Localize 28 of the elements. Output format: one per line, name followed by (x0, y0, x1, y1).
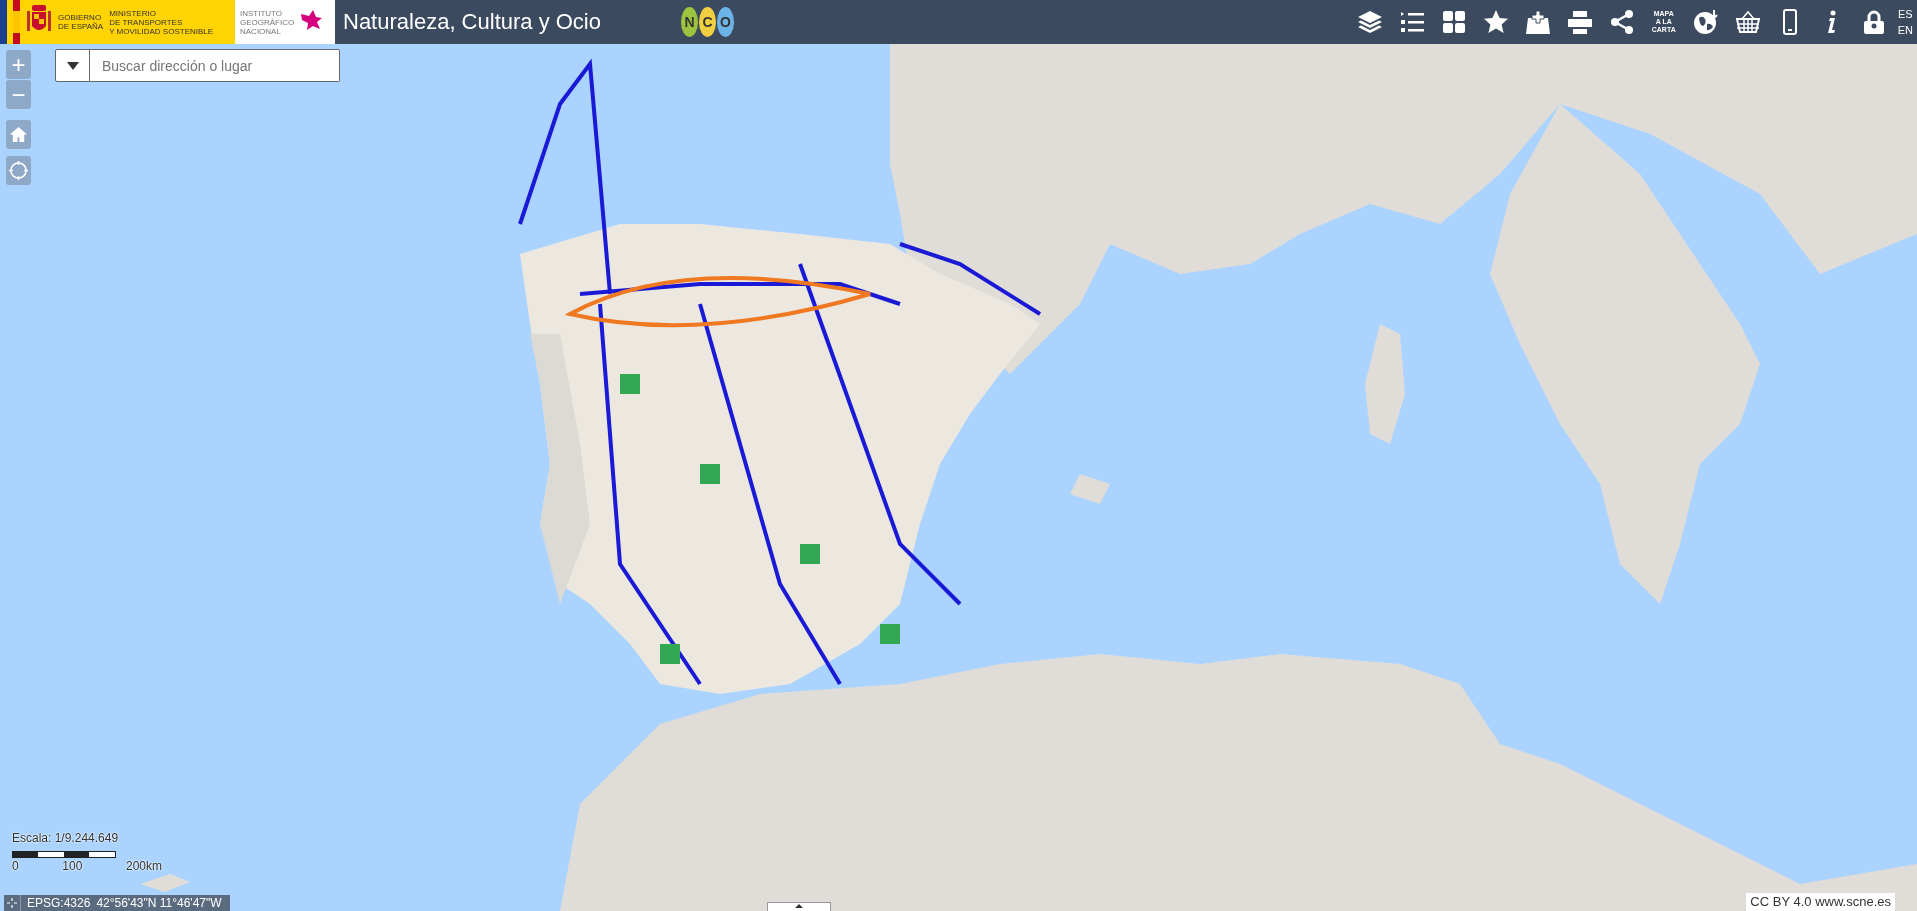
flag-icon (13, 0, 20, 44)
map-plus-icon[interactable] (1523, 8, 1552, 36)
panel-toggle-button[interactable] (767, 902, 831, 911)
language-link[interactable]: ES (1897, 8, 1913, 20)
scale-label: 100 (62, 859, 83, 873)
logo-text: INSTITUTO GEOGRÁFICO NACIONAL (240, 8, 295, 36)
crosshair-icon (4, 895, 21, 911)
home-icon (9, 125, 28, 144)
projection-code: EPSG:4326 (27, 896, 91, 910)
scale-text: Escala: 1/9.244.649 (12, 831, 120, 845)
scale-label: 0 (12, 859, 19, 873)
scale-label: 200km (125, 859, 162, 873)
search-field[interactable]: Buscar dirección o lugar (90, 49, 340, 82)
coordinates-text: 42°56'43"N 11°46'47"W (96, 896, 222, 910)
logo-text: MINISTERIO DE TRANSPORTES Y MOVILIDAD SOSTENIBLE (109, 8, 214, 36)
caret-icon (795, 903, 803, 908)
logo-text: GOBIERNO DE ESPAÑA (58, 13, 104, 31)
dropdown-button[interactable] (55, 49, 90, 82)
attribution-text: CC BY 4.0 www.scne.es (1746, 893, 1895, 911)
globe-download-icon[interactable] (1691, 8, 1720, 36)
language-link[interactable]: EN (1897, 24, 1913, 36)
app-logo: N C O (681, 3, 734, 41)
app-title: Naturaleza, Cultura y Ocio (343, 9, 601, 35)
print-icon[interactable] (1565, 8, 1594, 36)
crosshair-icon (9, 161, 28, 180)
caret-icon (66, 61, 79, 70)
basket-icon[interactable] (1733, 8, 1762, 36)
eu-flag-icon (0, 0, 7, 44)
